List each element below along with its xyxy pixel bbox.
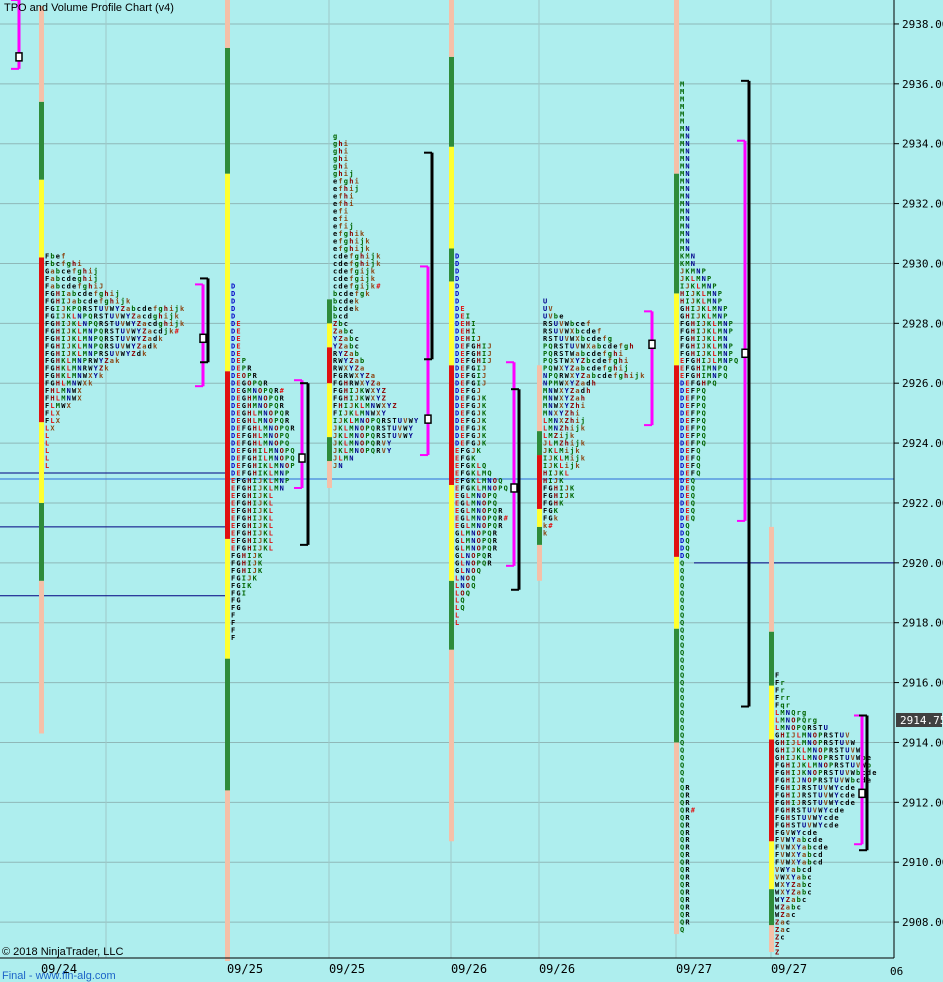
- x-tick-label: 09/26: [451, 962, 487, 976]
- poc-marker: [648, 339, 656, 350]
- y-tick-label: 2918.00: [902, 617, 943, 630]
- y-tick-label: 2934.00: [902, 138, 943, 151]
- volume-bar-segment: [769, 631, 774, 686]
- y-tick-label: 2926.00: [902, 377, 943, 390]
- volume-bar-segment: [225, 47, 230, 174]
- poc-marker: [741, 348, 749, 359]
- volume-bar-segment: [39, 502, 44, 581]
- volume-bar-segment: [674, 742, 679, 935]
- volume-bar-segment: [225, 371, 230, 539]
- volume-bar-segment: [449, 580, 454, 650]
- volume-bar-segment: [327, 461, 332, 488]
- x-tick-label: 09/26: [539, 962, 575, 976]
- tpo-row: Z: [775, 949, 779, 957]
- volume-bar-segment: [327, 437, 332, 462]
- volume-bar-segment: [769, 925, 774, 953]
- volume-bar-segment: [327, 347, 332, 384]
- volume-bar-segment: [449, 649, 454, 842]
- volume-bar-segment: [674, 365, 679, 557]
- y-tick-label: 2930.00: [902, 257, 943, 270]
- chart-window: 2908.00 2910.00 2912.00 2914.00 2916.00 2918.…: [0, 0, 943, 982]
- x-tick-label: 09/27: [771, 962, 807, 976]
- volume-bar-segment: [225, 173, 230, 372]
- tpo-row: L: [45, 462, 49, 470]
- poc-marker: [15, 52, 23, 62]
- volume-bar-segment: [449, 146, 454, 249]
- volume-bar-segment: [39, 422, 44, 503]
- y-tick-label: 2936.00: [902, 78, 943, 91]
- x-edge-label: 06: [890, 965, 903, 978]
- volume-bar-segment: [674, 173, 679, 294]
- volume-bar-segment: [769, 841, 774, 890]
- volume-bar-segment: [537, 431, 542, 456]
- volume-bar-segment: [537, 365, 542, 432]
- volume-bar-segment: [225, 538, 230, 659]
- poc-marker: [858, 788, 866, 799]
- volume-bar-segment: [327, 383, 332, 438]
- y-tick-label: 2920.00: [902, 557, 943, 570]
- tpo-row: Q: [680, 926, 684, 934]
- volume-bar-segment: [449, 281, 454, 366]
- poc-marker: [510, 483, 518, 493]
- volume-bar-segment: [449, 0, 454, 57]
- status-text: Final - www.fin-alg.com: [2, 970, 116, 982]
- last-price-label: 2914.75: [900, 714, 943, 727]
- tpo-chart[interactable]: 2908.00 2910.00 2912.00 2914.00 2916.00 2918.…: [0, 0, 943, 982]
- volume-bar-segment: [674, 556, 679, 629]
- volume-bar-segment: [39, 580, 44, 734]
- volume-bar-segment: [39, 5, 44, 102]
- volume-bar-segment: [225, 0, 230, 48]
- y-tick-label: 2938.00: [902, 18, 943, 31]
- volume-bar-segment: [537, 508, 542, 527]
- volume-bar-segment: [769, 739, 774, 842]
- volume-bar-segment: [449, 56, 454, 147]
- volume-bar-segment: [39, 101, 44, 180]
- volume-bar-segment: [39, 179, 44, 258]
- volume-bar-segment: [769, 889, 774, 926]
- volume-bar-segment: [769, 685, 774, 740]
- volume-bar-segment: [537, 526, 542, 545]
- volume-bar-segment: [225, 658, 230, 791]
- volume-bar-segment: [674, 0, 679, 174]
- tpo-row: JN: [333, 462, 343, 470]
- volume-bar-segment: [674, 293, 679, 366]
- poc-marker: [424, 414, 432, 424]
- x-tick-label: 09/25: [329, 962, 365, 976]
- y-tick-label: 2924.00: [902, 437, 943, 450]
- y-tick-label: 2928.00: [902, 317, 943, 330]
- volume-bar-segment: [327, 323, 332, 348]
- chart-title: TPO and Volume Profile Chart (v4): [4, 2, 174, 14]
- volume-bar-segment: [537, 455, 542, 509]
- volume-bar-segment: [225, 790, 230, 961]
- poc-marker: [199, 333, 207, 344]
- y-tick-label: 2908.00: [902, 916, 943, 929]
- x-tick-label: 09/25: [227, 962, 263, 976]
- tpo-row: F: [231, 634, 235, 642]
- volume-bar-segment: [674, 628, 679, 743]
- y-tick-label: 2932.00: [902, 198, 943, 211]
- tpo-row: L: [455, 619, 459, 627]
- volume-bar-segment: [769, 526, 774, 632]
- y-tick-label: 2912.00: [902, 796, 943, 809]
- y-tick-label: 2916.00: [902, 677, 943, 690]
- volume-bar-segment: [449, 365, 454, 485]
- y-tick-label: 2922.00: [902, 497, 943, 510]
- copyright-text: © 2018 NinjaTrader, LLC: [2, 946, 124, 958]
- volume-bar-segment: [449, 484, 454, 581]
- volume-bar-segment: [39, 257, 44, 423]
- x-tick-label: 09/27: [676, 962, 712, 976]
- volume-bar-segment: [449, 248, 454, 282]
- volume-bar-segment: [537, 544, 542, 581]
- y-tick-label: 2914.00: [902, 736, 943, 749]
- y-tick-label: 2910.00: [902, 856, 943, 869]
- volume-bar-segment: [327, 299, 332, 324]
- poc-marker: [298, 453, 306, 463]
